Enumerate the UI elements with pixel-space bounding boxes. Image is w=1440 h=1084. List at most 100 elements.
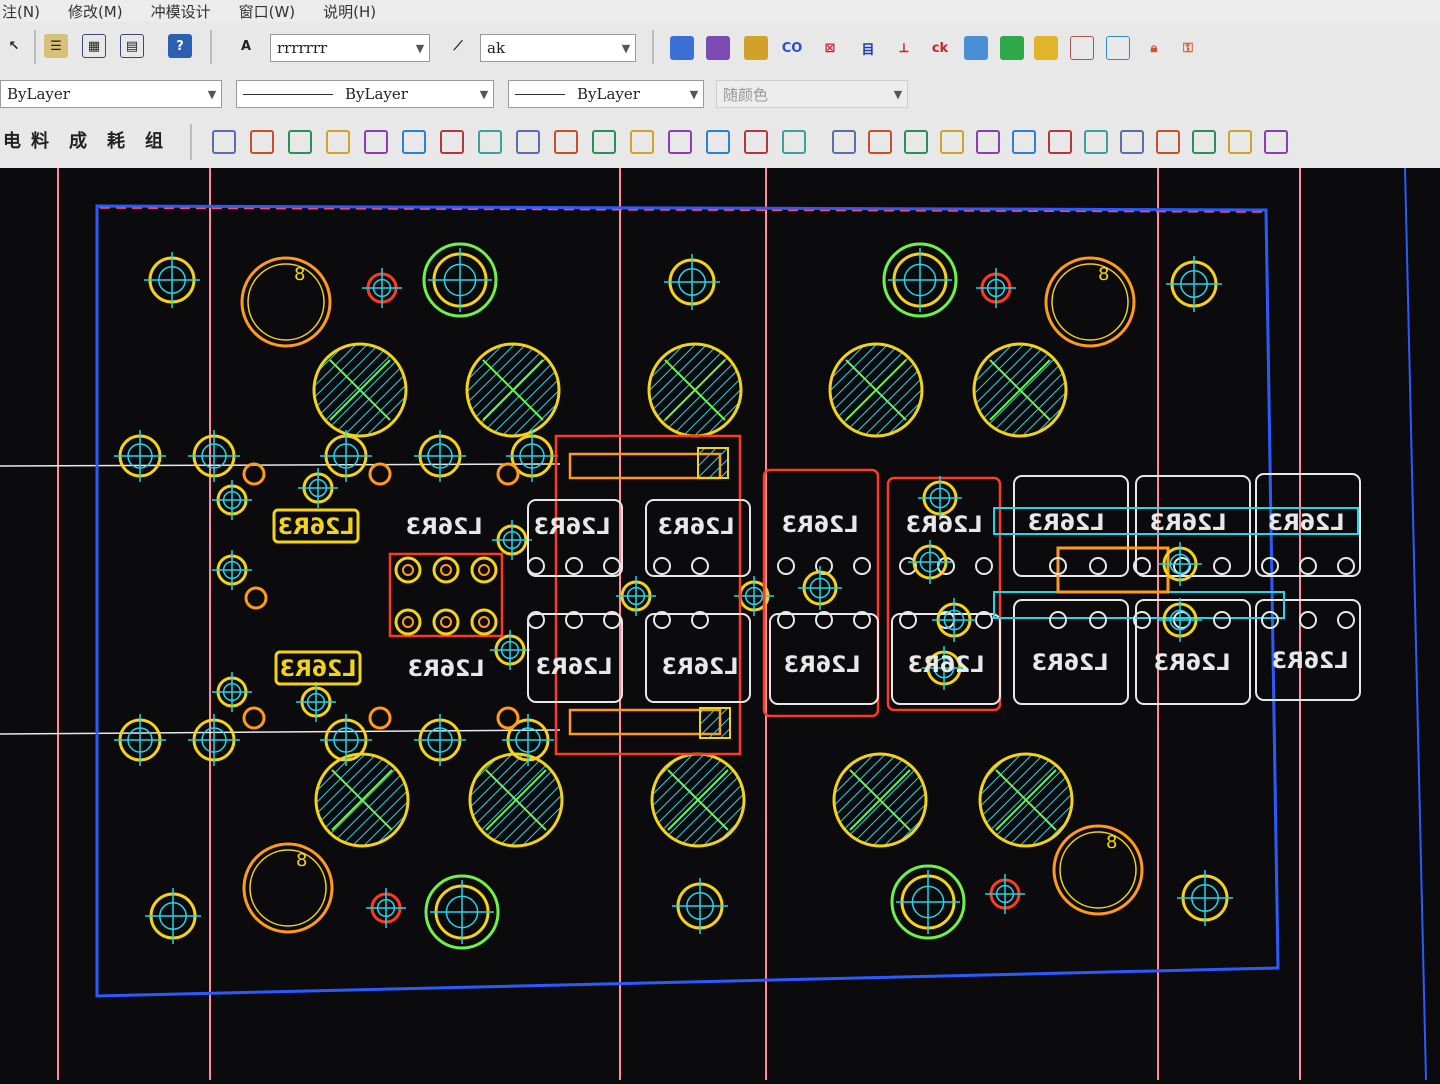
lock-icon[interactable]: 🔒︎ bbox=[1142, 36, 1166, 60]
part-label: L26R3 bbox=[1028, 511, 1105, 536]
cad-drawing[interactable]: 8 8 8 8 L26R3 L26R3 L26R3 L26R3 L26R3 L26R3 L26R3 L… bbox=[0, 167, 1440, 1081]
dimension-style-select[interactable]: ak ▼ bbox=[480, 34, 636, 62]
strip-hole bbox=[565, 557, 583, 575]
dimension-style-icon[interactable]: ⟋ bbox=[446, 34, 470, 58]
ejector-hole bbox=[432, 556, 460, 584]
die-function-icon[interactable] bbox=[668, 130, 692, 154]
die-function-icon[interactable] bbox=[516, 130, 540, 154]
die-function-icon[interactable] bbox=[1228, 130, 1252, 154]
strip-hole bbox=[1173, 557, 1191, 575]
ck-icon[interactable]: ck bbox=[928, 36, 952, 60]
standard-toolbar: ↖ ☰ ▦ ▤ ? A rrrrrrr ▼ ⟋ ak ▼ CO ⊠ 目 ⟂ ck 🔒… bbox=[0, 22, 1440, 73]
edit-icon[interactable] bbox=[744, 36, 768, 60]
die-function-icon[interactable] bbox=[706, 130, 730, 154]
die-function-icon[interactable] bbox=[868, 130, 892, 154]
strip-hole bbox=[975, 557, 993, 575]
die-function-icon[interactable] bbox=[832, 130, 856, 154]
list-icon[interactable]: 目 bbox=[856, 36, 880, 60]
ejector-hole bbox=[394, 556, 422, 584]
lineweight-select[interactable]: ByLayer ▼ bbox=[508, 80, 704, 108]
hatched-slot bbox=[699, 707, 731, 739]
guide-post-hole-inner bbox=[1059, 831, 1137, 909]
die-function-icon[interactable] bbox=[1120, 130, 1144, 154]
die-function-icon[interactable] bbox=[782, 130, 806, 154]
layer-icon[interactable] bbox=[964, 36, 988, 60]
cog-text-icon[interactable]: CO bbox=[780, 36, 804, 60]
properties-icon[interactable]: ☰ bbox=[44, 34, 68, 58]
color-select[interactable]: 随颜色 ▼ bbox=[716, 80, 908, 108]
strip-hole bbox=[527, 557, 545, 575]
part-label: L26R3 bbox=[1032, 651, 1109, 676]
menu-window[interactable]: 窗口(W) bbox=[239, 1, 296, 22]
strip-hole bbox=[853, 557, 871, 575]
die-function-icon[interactable] bbox=[212, 130, 236, 154]
eraser-icon[interactable] bbox=[706, 36, 730, 60]
die-function-icon[interactable] bbox=[440, 130, 464, 154]
die-function-icon[interactable] bbox=[1084, 130, 1108, 154]
die-function-icon[interactable] bbox=[1156, 130, 1180, 154]
die-function-icon[interactable] bbox=[904, 130, 928, 154]
die-tool-icon[interactable]: 电 bbox=[0, 128, 24, 152]
guide-post-hole bbox=[240, 256, 332, 348]
block-icon[interactable] bbox=[670, 36, 694, 60]
strip-hole bbox=[1261, 611, 1279, 629]
text-style-select[interactable]: rrrrrrr ▼ bbox=[270, 34, 430, 62]
die-function-icon[interactable] bbox=[1012, 130, 1036, 154]
mirror-icon[interactable]: ⟂ bbox=[892, 36, 916, 60]
die-function-icon[interactable] bbox=[940, 130, 964, 154]
linetype-select[interactable]: ByLayer ▼ bbox=[236, 80, 494, 108]
document-icon[interactable]: ▤ bbox=[120, 34, 144, 58]
group-tool-button[interactable]: 组 bbox=[142, 128, 166, 152]
text-style-icon[interactable]: A bbox=[234, 34, 258, 58]
menu-help[interactable]: 说明(H) bbox=[323, 1, 376, 22]
die-function-icon[interactable] bbox=[976, 130, 1000, 154]
die-function-icon[interactable] bbox=[592, 130, 616, 154]
die-function-icon[interactable] bbox=[402, 130, 426, 154]
guide-post-hole bbox=[1052, 824, 1144, 916]
part-label: L26R3 bbox=[278, 515, 355, 540]
hole-mark-text: 8 bbox=[296, 850, 307, 871]
die-function-icon[interactable] bbox=[326, 130, 350, 154]
consumption-tool-button[interactable]: 耗 bbox=[104, 128, 128, 152]
help-icon[interactable]: ? bbox=[168, 34, 192, 58]
chevron-down-icon: ▼ bbox=[621, 41, 631, 55]
forming-tool-button[interactable]: 成 bbox=[66, 128, 90, 152]
menu-bar: 注(N) 修改(M) 冲模设计 窗口(W) 说明(H) bbox=[0, 0, 1440, 22]
die-function-icon[interactable] bbox=[478, 130, 502, 154]
tool-icon[interactable]: ↖ bbox=[2, 34, 26, 58]
layer-select[interactable]: ByLayer ▼ bbox=[0, 80, 222, 108]
toolbar-separator bbox=[34, 30, 36, 64]
drawing-canvas[interactable]: 8 8 8 8 L26R3 L26R3 L26R3 L26R3 L26R3 L26R3 L26R3 L… bbox=[0, 167, 1440, 1081]
lifter-hole bbox=[496, 706, 520, 730]
menu-annotate[interactable]: 注(N) bbox=[2, 1, 40, 22]
grid-icon[interactable]: ▦ bbox=[82, 34, 106, 58]
symbol-icon[interactable]: ⊠ bbox=[818, 36, 842, 60]
die-function-icon[interactable] bbox=[744, 130, 768, 154]
die-function-icon[interactable] bbox=[364, 130, 388, 154]
ejector-hole bbox=[432, 608, 460, 636]
slot-outline bbox=[568, 708, 722, 736]
part-label: L26R3 bbox=[408, 657, 485, 682]
die-function-icon[interactable] bbox=[554, 130, 578, 154]
die-function-icon[interactable] bbox=[630, 130, 654, 154]
part-label: L26R3 bbox=[784, 653, 861, 678]
menu-modify[interactable]: 修改(M) bbox=[68, 1, 123, 22]
menu-die-design[interactable]: 冲模设计 bbox=[151, 1, 211, 22]
part-label: L26R3 bbox=[1268, 511, 1345, 536]
unlock-icon[interactable]: ⚿ bbox=[1176, 36, 1200, 60]
die-function-icon[interactable] bbox=[1192, 130, 1216, 154]
spreadsheet-icon[interactable] bbox=[1070, 36, 1094, 60]
die-design-toolbar: 电 料 成 耗 组 bbox=[0, 116, 1440, 169]
strip-hole bbox=[1299, 557, 1317, 575]
palette-icon[interactable] bbox=[1000, 36, 1024, 60]
table-icon[interactable] bbox=[1034, 36, 1058, 60]
material-tool-button[interactable]: 料 bbox=[28, 128, 52, 152]
die-function-icon[interactable] bbox=[1264, 130, 1288, 154]
ejector-hole-inner bbox=[440, 564, 452, 576]
die-function-icon[interactable] bbox=[1048, 130, 1072, 154]
lifter-hole bbox=[368, 706, 392, 730]
die-function-icon[interactable] bbox=[250, 130, 274, 154]
stack-icon[interactable] bbox=[1106, 36, 1130, 60]
die-function-icon[interactable] bbox=[288, 130, 312, 154]
strip-hole bbox=[653, 557, 671, 575]
